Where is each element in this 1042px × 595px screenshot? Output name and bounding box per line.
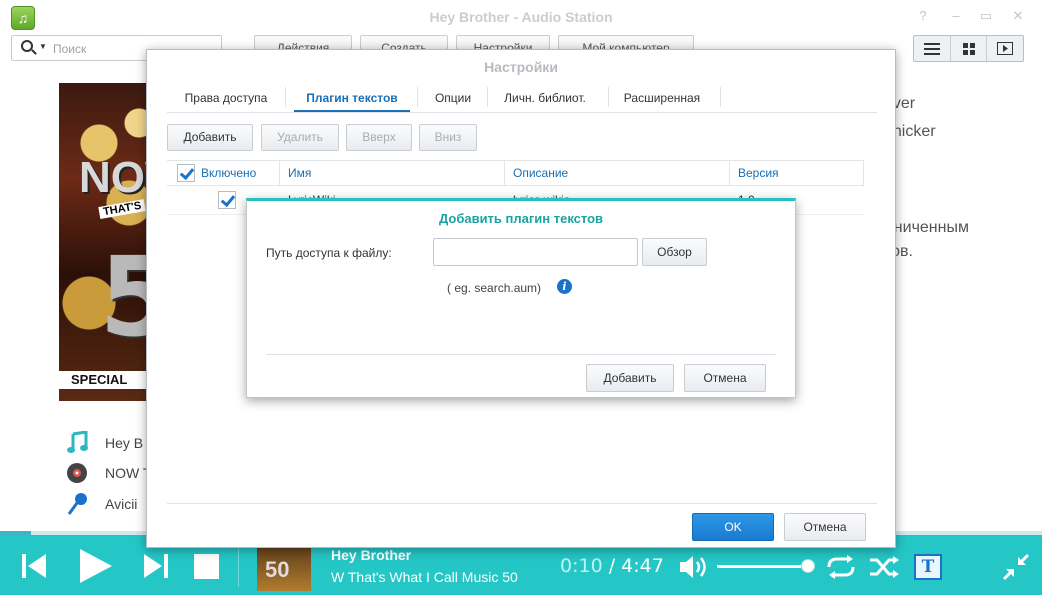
file-path-input[interactable]: [433, 238, 638, 266]
tab-lyrics-plugin[interactable]: Плагин текстов: [294, 88, 410, 112]
tab-divider: [487, 87, 488, 107]
current-time: 0:10: [560, 555, 603, 577]
playback-time: 0:10 / 4:47: [560, 555, 664, 577]
track-album-line: NOW T: [64, 461, 151, 485]
close-icon[interactable]: ✕: [1009, 8, 1027, 24]
info-icon[interactable]: i: [557, 279, 572, 294]
delete-plugin-button[interactable]: Удалить: [261, 124, 339, 151]
collapse-icon[interactable]: [1002, 553, 1030, 581]
tab-divider: [720, 87, 721, 107]
microphone-icon: [67, 493, 87, 515]
player-view-icon[interactable]: [987, 36, 1023, 61]
cancel-button[interactable]: Отмена: [784, 513, 866, 541]
move-down-button[interactable]: Вниз: [419, 124, 477, 151]
repeat-icon[interactable]: [825, 554, 857, 580]
player-divider: [238, 543, 239, 587]
help-icon[interactable]: ?: [914, 8, 932, 23]
time-separator: /: [608, 555, 616, 577]
search-icon: [21, 40, 33, 52]
view-switcher: [913, 35, 1024, 62]
add-plugin-footer-divider: [266, 354, 776, 355]
track-title-line: Hey B: [64, 431, 143, 455]
tab-divider: [608, 87, 609, 107]
grid-view-icon[interactable]: [951, 36, 988, 61]
file-path-hint: ( eg. search.aum): [447, 281, 542, 295]
add-lyrics-plugin-dialog: Добавить плагин текстов Путь доступа к ф…: [246, 198, 796, 398]
tab-options[interactable]: Опции: [425, 88, 481, 112]
chevron-down-icon: ▼: [39, 42, 47, 51]
settings-tabs: Права доступа Плагин текстов Опции Личн.…: [167, 83, 877, 113]
now-playing-album: W That's What I Call Music 50: [331, 569, 518, 585]
album-cover: NOW THAT'S 5 SPECIAL: [59, 83, 159, 401]
next-track-icon[interactable]: [142, 552, 168, 580]
tab-access-rights[interactable]: Права доступа: [175, 88, 277, 112]
cancel-add-plugin-button[interactable]: Отмена: [684, 364, 766, 392]
browse-button[interactable]: Обзор: [642, 238, 707, 266]
column-name[interactable]: Имя: [280, 161, 505, 186]
move-up-button[interactable]: Вверх: [346, 124, 412, 151]
ok-button[interactable]: OK: [692, 513, 774, 541]
shuffle-icon[interactable]: [868, 554, 900, 580]
window-title: Hey Brother - Audio Station: [429, 9, 613, 25]
lyrics-toggle-icon[interactable]: T: [914, 554, 942, 580]
music-note-icon: [67, 431, 88, 453]
column-version[interactable]: Версия: [730, 161, 864, 186]
tab-divider: [417, 87, 418, 107]
minimize-icon[interactable]: –: [947, 8, 965, 23]
window-titlebar: ♫ Hey Brother - Audio Station ? – ▭ ✕: [0, 0, 1042, 34]
disc-icon: [67, 463, 87, 483]
maximize-icon[interactable]: ▭: [977, 8, 995, 24]
select-all-checkbox[interactable]: [177, 164, 195, 182]
add-plugin-dialog-title: Добавить плагин текстов: [438, 211, 604, 226]
track-album-label: NOW T: [105, 465, 152, 481]
tab-advanced[interactable]: Расширенная: [615, 88, 709, 112]
plugins-table-header: Включено Имя Описание Версия: [167, 160, 864, 186]
list-view-icon[interactable]: [914, 36, 951, 61]
file-path-label: Путь доступа к файлу:: [266, 246, 392, 260]
plugin-enabled-checkbox[interactable]: [218, 191, 236, 209]
column-description[interactable]: Описание: [505, 161, 730, 186]
dialog-footer-divider: [167, 503, 877, 504]
tab-divider: [285, 87, 286, 107]
now-playing-thumbnail: 50: [257, 543, 311, 591]
stop-icon[interactable]: [194, 554, 220, 580]
column-enabled[interactable]: Включено: [167, 161, 280, 186]
track-artist-line: Avicii: [64, 492, 137, 516]
search-placeholder: Поиск: [53, 42, 87, 56]
total-time: 4:47: [621, 555, 664, 577]
settings-title: Настройки: [484, 59, 558, 75]
previous-track-icon[interactable]: [22, 552, 48, 580]
now-playing-title: Hey Brother: [331, 547, 412, 563]
add-plugin-button[interactable]: Добавить: [167, 124, 253, 151]
play-icon[interactable]: [78, 547, 114, 585]
track-title-label: Hey B: [105, 435, 144, 451]
tab-personal-library[interactable]: Личн. библиот.: [495, 88, 595, 112]
album-cover-special-text: SPECIAL: [59, 371, 159, 389]
track-artist-label: Avicii: [105, 496, 138, 512]
confirm-add-plugin-button[interactable]: Добавить: [586, 364, 674, 392]
volume-slider-handle[interactable]: [801, 559, 816, 573]
column-enabled-label: Включено: [201, 166, 257, 180]
volume-icon[interactable]: [678, 554, 710, 580]
thumbnail-text: 50: [265, 557, 290, 582]
